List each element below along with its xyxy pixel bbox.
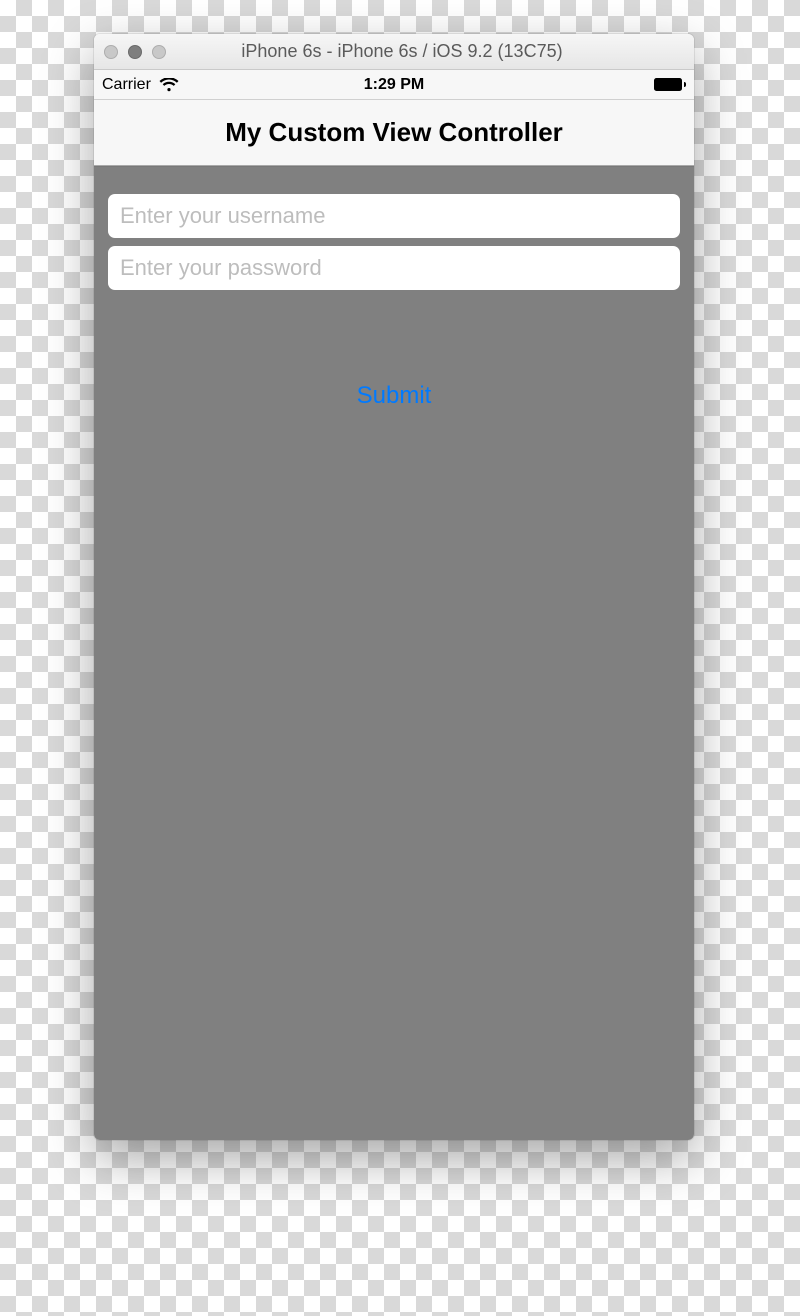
- username-input[interactable]: [108, 194, 680, 238]
- statusbar-left: Carrier: [102, 76, 179, 94]
- window-title: iPhone 6s - iPhone 6s / iOS 9.2 (13C75): [120, 41, 684, 62]
- mac-titlebar: iPhone 6s - iPhone 6s / iOS 9.2 (13C75): [94, 34, 694, 70]
- battery-icon: [654, 78, 686, 91]
- simulator-window: iPhone 6s - iPhone 6s / iOS 9.2 (13C75) …: [94, 34, 694, 1140]
- page-title: My Custom View Controller: [225, 117, 563, 148]
- carrier-label: Carrier: [102, 76, 151, 94]
- close-window-icon[interactable]: [104, 45, 118, 59]
- ios-navbar: My Custom View Controller: [94, 100, 694, 166]
- wifi-icon: [159, 78, 179, 92]
- ios-statusbar: Carrier 1:29 PM: [94, 70, 694, 100]
- password-input[interactable]: [108, 246, 680, 290]
- device-screen: Carrier 1:29 PM My Custom View Controlle…: [94, 70, 694, 1140]
- statusbar-time: 1:29 PM: [94, 76, 694, 94]
- form-area: Submit: [94, 166, 694, 1140]
- statusbar-right: [654, 78, 686, 91]
- submit-button[interactable]: Submit: [347, 376, 442, 416]
